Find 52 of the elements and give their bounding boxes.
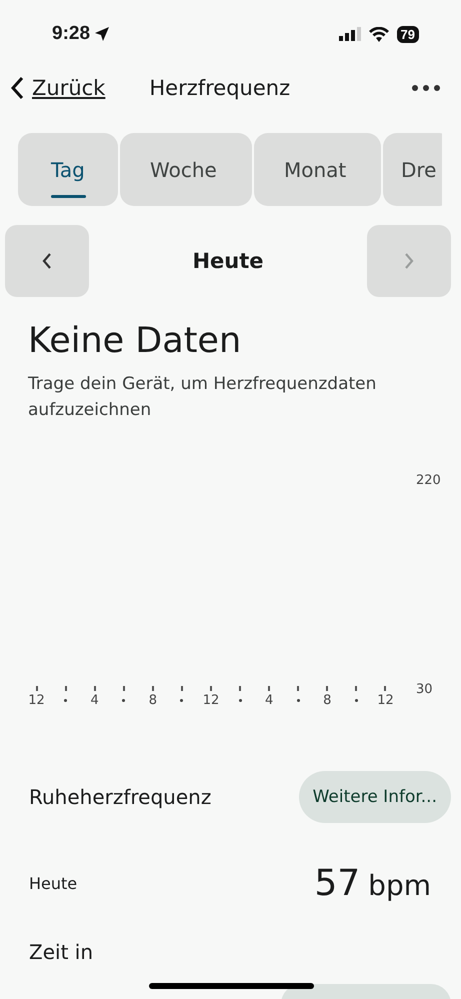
tick-mark	[355, 686, 358, 691]
tick-mark	[210, 686, 212, 691]
tick-mark	[297, 686, 300, 691]
dot-mark	[296, 699, 300, 702]
status-time: 9:28	[52, 23, 90, 45]
more-info-button[interactable]: Weitere Infor...	[298, 771, 451, 823]
chevron-left-icon	[42, 253, 52, 269]
more-icon[interactable]	[411, 84, 441, 92]
tick-mark	[326, 686, 328, 691]
axis-label: 8	[323, 693, 332, 709]
dot-mark	[64, 699, 68, 702]
period-tab[interactable]: Dre	[383, 133, 442, 206]
tick-mark	[384, 686, 386, 691]
signal-icon	[338, 27, 361, 41]
location-arrow-icon	[94, 26, 110, 42]
tick-mark	[94, 686, 96, 691]
period-tab[interactable]: Tag	[18, 133, 118, 206]
axis-label: 220	[416, 473, 442, 488]
section-title: Ruheherzfrequenz	[29, 785, 212, 809]
tick-mark	[268, 686, 270, 691]
tick-mark	[180, 686, 183, 691]
axis-label: 12	[202, 693, 220, 709]
battery-level: 79	[396, 26, 419, 42]
dot-mark	[180, 699, 184, 702]
heart-rate-value: 57	[314, 863, 360, 904]
chevron-left-icon	[10, 76, 24, 100]
period-label: Heute	[192, 249, 264, 273]
axis-label: 4	[90, 693, 99, 709]
back-link[interactable]: Zurück	[10, 76, 106, 100]
section-title: Zeit in	[29, 940, 93, 964]
tick-mark	[239, 686, 242, 691]
row-label: Heute	[29, 874, 78, 893]
dot-mark	[122, 699, 126, 702]
unit-label: bpm	[368, 869, 431, 902]
axis-label: 30	[416, 682, 434, 697]
dot-mark	[354, 699, 358, 702]
chevron-right-icon	[404, 253, 414, 269]
axis-label: 12	[28, 693, 45, 709]
axis-label: 8	[148, 693, 157, 709]
tick-mark	[64, 686, 67, 691]
page-title: Herzfrequenz	[149, 76, 292, 100]
dot-mark	[238, 699, 242, 702]
empty-title: Keine Daten	[28, 321, 242, 361]
tick-mark	[122, 686, 125, 691]
period-tab[interactable]: Woche	[120, 133, 252, 206]
tick-mark	[152, 686, 154, 691]
period-tab[interactable]: Monat	[254, 133, 381, 206]
axis-label: 4	[265, 693, 274, 709]
wifi-icon	[368, 26, 389, 42]
axis-label: 12	[377, 693, 394, 709]
tick-mark	[36, 686, 38, 691]
empty-message: Trage dein Gerät, um Herzfrequenzdaten aufzuzeichnen	[28, 373, 378, 422]
